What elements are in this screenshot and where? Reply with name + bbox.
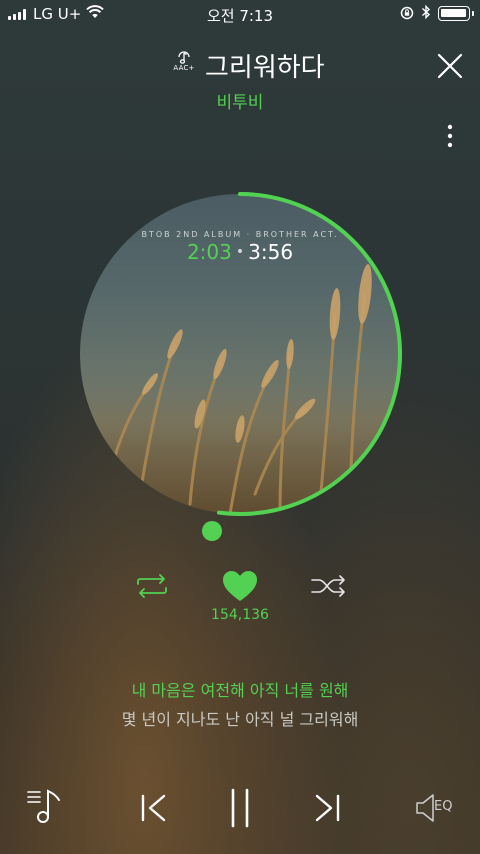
playlist-icon[interactable] — [26, 788, 66, 826]
eq-button[interactable]: EQ — [414, 792, 460, 824]
lyric-current-line[interactable]: 내 마음은 여전해 아직 너를 원해 — [0, 677, 480, 701]
speaker-icon — [416, 794, 434, 822]
artist-name[interactable]: 비투비 — [0, 88, 480, 113]
lyric-next-line[interactable]: 몇 년이 지나도 난 아직 널 그리워해 — [0, 706, 480, 730]
status-bar: LG U+ 오전 7:13 — [0, 0, 480, 28]
aac-label: AAC+ — [173, 64, 195, 72]
like-count: 154,136 — [211, 607, 269, 623]
music-note-icon — [178, 51, 190, 64]
battery-icon — [438, 6, 474, 21]
shuffle-icon[interactable] — [310, 574, 348, 598]
song-title: 그리워하다 — [205, 53, 325, 83]
repeat-icon[interactable] — [134, 574, 170, 598]
rotation-lock-icon — [400, 6, 414, 20]
close-icon[interactable] — [434, 50, 466, 82]
pause-icon[interactable] — [226, 788, 254, 828]
bluetooth-icon — [422, 4, 431, 20]
aac-quality-badge: AAC+ — [169, 49, 199, 79]
more-vertical-icon[interactable] — [440, 122, 460, 152]
next-icon[interactable] — [311, 792, 343, 824]
album-art-player[interactable]: BTOB 2ND ALBUM · BROTHER ACT. 2:03 • 3:56 — [78, 192, 402, 516]
progress-knob[interactable] — [202, 521, 222, 541]
progress-ring[interactable] — [78, 192, 402, 516]
previous-icon[interactable] — [138, 792, 170, 824]
progress-arc — [216, 192, 402, 516]
heart-icon[interactable] — [221, 569, 259, 603]
eq-label: EQ — [434, 799, 453, 814]
